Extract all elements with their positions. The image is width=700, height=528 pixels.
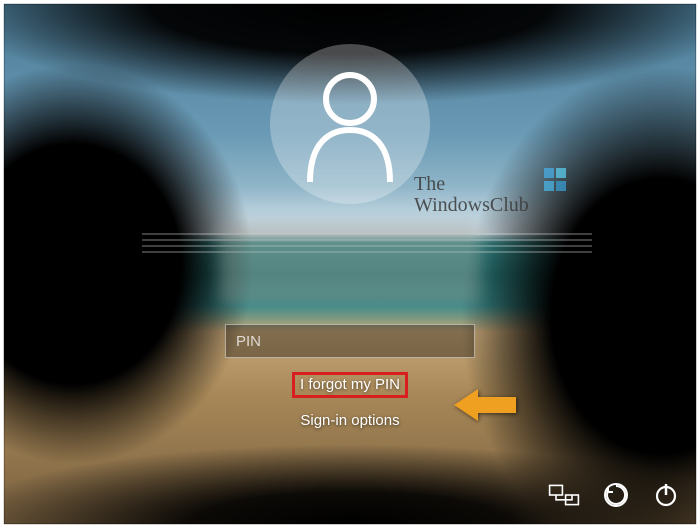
pin-input[interactable] (225, 324, 475, 358)
user-avatar (270, 44, 430, 204)
forgot-pin-link[interactable]: I forgot my PIN (300, 376, 400, 393)
annotation-arrow (454, 389, 516, 421)
user-icon (300, 64, 400, 184)
system-icons (548, 481, 680, 514)
power-icon[interactable] (652, 481, 680, 514)
username-blurred (220, 224, 480, 304)
signin-options-link[interactable]: Sign-in options (300, 412, 399, 429)
forgot-pin-wrap: I forgot my PIN (292, 372, 408, 398)
login-panel: I forgot my PIN Sign-in options (170, 44, 530, 429)
lock-screen-frame: The WindowsClub I forgot my PIN Sign-in … (0, 0, 700, 528)
network-icon[interactable] (548, 481, 580, 514)
watermark-logo-icon (544, 168, 568, 192)
ease-of-access-icon[interactable] (602, 481, 630, 514)
